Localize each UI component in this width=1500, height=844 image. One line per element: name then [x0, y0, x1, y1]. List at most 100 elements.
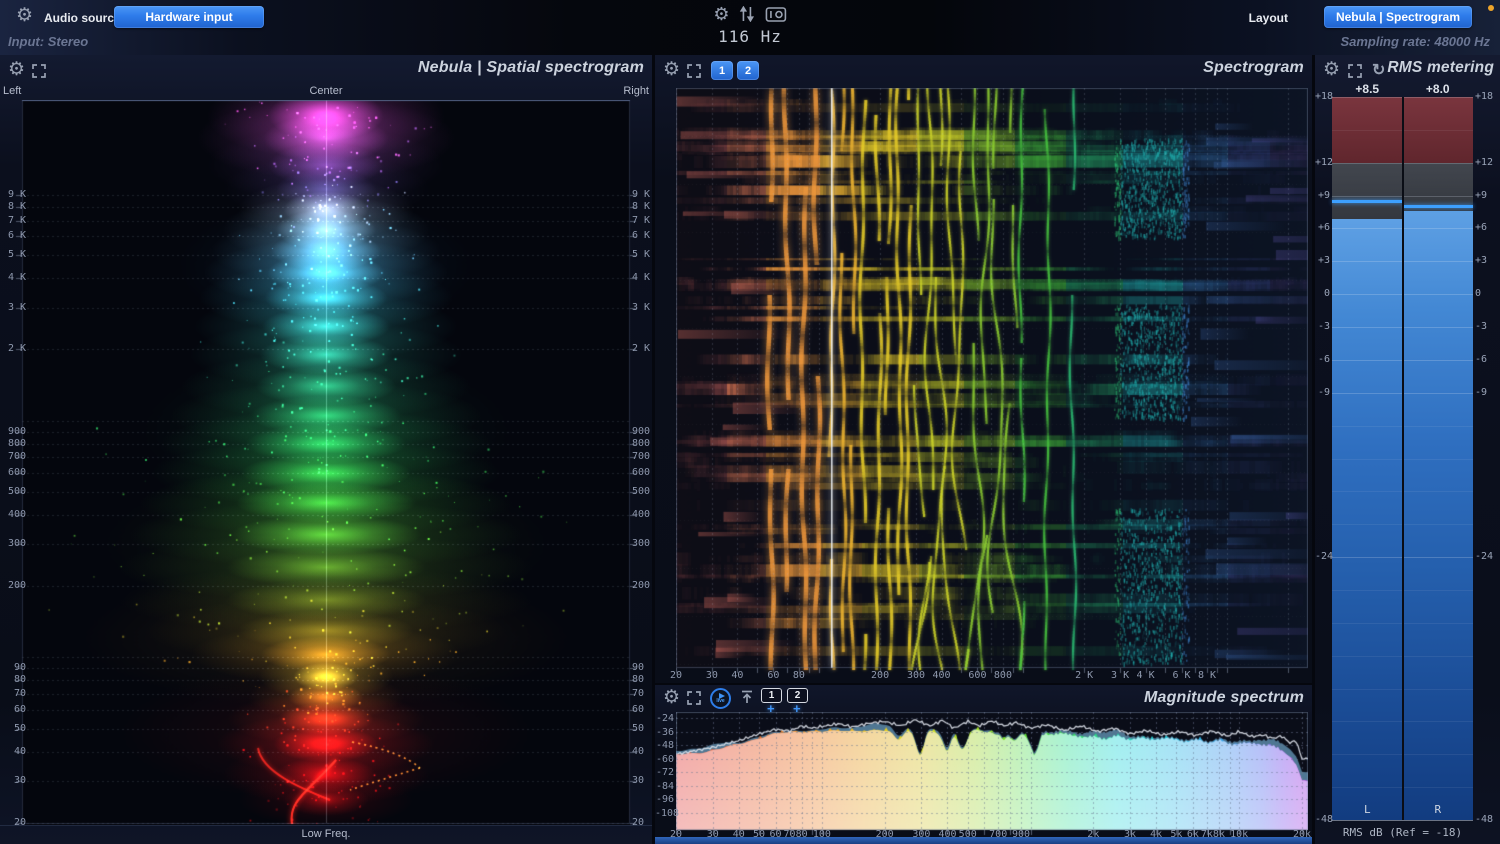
scale-label: -48: [1475, 814, 1494, 825]
tick-label: 60: [632, 704, 645, 715]
tick-label: 500: [7, 485, 26, 497]
layout-label[interactable]: Layout: [1249, 11, 1288, 25]
tick-label: 2 K: [7, 343, 26, 355]
scale-label: +18: [1315, 91, 1334, 102]
scale-label: 0: [1475, 288, 1482, 300]
fullscreen-icon[interactable]: [1347, 63, 1363, 79]
tick-label: 50: [13, 722, 26, 734]
tick-label: 6 K: [632, 230, 651, 242]
tick-label: 4 K: [1136, 670, 1155, 681]
meter-level-bar: [1332, 218, 1403, 820]
tick-label: -36: [655, 726, 674, 738]
tick-label: -108: [655, 808, 680, 819]
tick-label: 4 K: [632, 272, 651, 284]
meter-baseline: [1332, 820, 1473, 821]
tick-label: 400: [932, 670, 951, 681]
tick-label: 700: [632, 451, 651, 463]
tick-label: 60: [13, 704, 26, 715]
scale-label: -3: [1317, 321, 1330, 333]
add-overlay-1-button[interactable]: +: [767, 701, 775, 716]
meter-rms-marker: [1332, 199, 1403, 203]
fullscreen-icon[interactable]: [686, 690, 702, 706]
tick-label: 800: [993, 670, 1012, 681]
rms-metering-panel: ⚙ ↻ RMS metering +8.5 L +8.0 R +18 +18 +12 +12 +…: [1315, 55, 1500, 844]
tick-label: 80: [632, 674, 645, 686]
scroll-to-top-icon[interactable]: [739, 689, 755, 705]
tick-label: 200: [7, 580, 26, 592]
tick-label: 900: [7, 425, 26, 437]
sampling-rate-info: Sampling rate: 48000 Hz: [1340, 34, 1490, 49]
tick-label: 30: [632, 775, 645, 787]
io-device-icon[interactable]: [765, 6, 787, 22]
tick-label: 500: [632, 485, 651, 497]
tick-label: 800: [632, 437, 651, 449]
live-mode-button[interactable]: live: [710, 688, 731, 709]
panel-gear-icon[interactable]: ⚙: [663, 60, 680, 79]
frequency-readout: 116 Hz: [718, 27, 782, 46]
scale-label: -24: [1475, 551, 1494, 563]
tick-label: 9 K: [7, 188, 26, 200]
panel-gear-icon[interactable]: ⚙: [663, 688, 680, 707]
sliders-icon[interactable]: [739, 6, 757, 22]
panel-gear-icon[interactable]: ⚙: [1323, 60, 1340, 79]
spatial-spectrogram-plot[interactable]: [0, 100, 652, 826]
scale-label: -3: [1475, 321, 1488, 333]
spectrogram-plot[interactable]: [676, 88, 1308, 676]
tick-label: 700: [7, 451, 26, 463]
scale-label: +3: [1475, 255, 1488, 267]
tick-label: -60: [655, 753, 674, 765]
input-info: Input: Stereo: [8, 34, 89, 49]
fullscreen-icon[interactable]: [686, 63, 702, 79]
view-preset-button[interactable]: Nebula | Spectrogram: [1324, 6, 1472, 28]
tick-label: 600: [7, 467, 26, 479]
tick-label: 90: [13, 662, 26, 674]
channel-2-button[interactable]: 2: [737, 61, 759, 80]
tick-label: 80: [13, 674, 26, 686]
tick-label: 8 K: [1197, 670, 1217, 681]
tick-label: 3 K: [7, 301, 26, 313]
status-dot-icon: [1488, 5, 1494, 11]
pan-left-label: Left: [3, 85, 22, 97]
tick-label: 40: [13, 745, 26, 757]
tick-label: 2 K: [632, 343, 651, 355]
tick-label: 2 K: [1075, 670, 1094, 681]
tick-label: 50: [632, 722, 645, 734]
hardware-input-button[interactable]: Hardware input: [114, 6, 264, 28]
tick-label: 6 K: [7, 230, 26, 242]
tick-label: 400: [7, 508, 26, 520]
tick-label: -72: [655, 767, 674, 779]
tick-label: 400: [632, 508, 651, 520]
scale-label: +6: [1317, 222, 1330, 234]
panel-title: Spectrogram: [1203, 59, 1304, 76]
tick-label: 40: [731, 670, 744, 681]
top-bar: ⚙ Audio source Hardware input Input: Ste…: [0, 0, 1500, 55]
tick-label: 30: [13, 775, 26, 787]
panel-gear-icon[interactable]: ⚙: [8, 60, 25, 79]
top-center-group: ⚙ 116 Hz: [713, 4, 787, 46]
settings-gear-icon[interactable]: ⚙: [713, 5, 729, 23]
rms-footer: RMS dB (Ref = -18): [1342, 826, 1463, 839]
tick-label: 900: [632, 425, 651, 437]
magnitude-spectrum-plot[interactable]: [676, 712, 1308, 836]
scale-label: +9: [1317, 189, 1330, 201]
spatial-spectrogram-panel: ⚙ Nebula | Spatial spectrogram Left Cent…: [0, 55, 652, 844]
tick-label: -84: [655, 780, 674, 792]
scale-label: +9: [1475, 189, 1488, 201]
add-overlay-2-button[interactable]: +: [793, 701, 801, 716]
pan-right-label: Right: [623, 85, 649, 97]
scale-label: +3: [1317, 255, 1330, 267]
tick-label: 300: [7, 538, 26, 550]
channel-1-button[interactable]: 1: [711, 61, 733, 80]
tick-label: -48: [655, 740, 674, 752]
audio-source-gear-icon[interactable]: ⚙: [16, 6, 33, 25]
scale-label: -9: [1317, 386, 1330, 398]
scale-label: -24: [1315, 551, 1334, 563]
fullscreen-icon[interactable]: [31, 63, 47, 79]
tick-label: 600: [632, 467, 651, 479]
scroll-strip[interactable]: [655, 837, 1312, 844]
tick-label: 5 K: [632, 249, 651, 261]
reset-icon[interactable]: ↻: [1372, 60, 1385, 80]
tick-label: 20: [669, 670, 683, 681]
tick-label: 4 K: [7, 272, 26, 284]
tick-label: 8 K: [7, 200, 26, 212]
